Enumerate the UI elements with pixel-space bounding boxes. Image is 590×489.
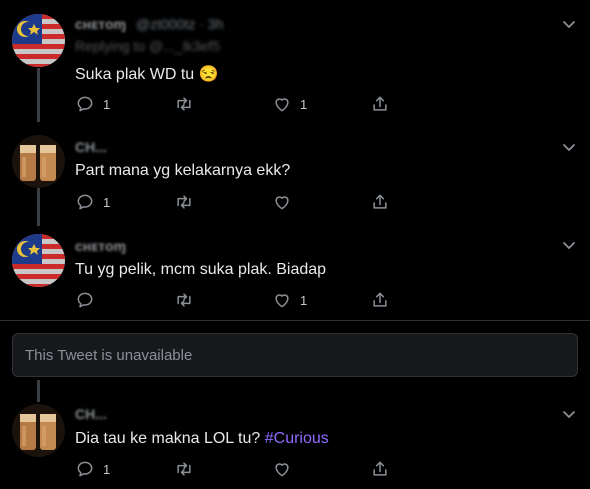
drink-avatar-image (12, 404, 65, 457)
flag-avatar-image (12, 14, 65, 67)
like-button[interactable] (272, 191, 300, 213)
divider (0, 320, 590, 321)
retweet-icon (174, 94, 194, 114)
tweet-text: Suka plak WD tu 😒 (75, 64, 219, 84)
retweet-icon (174, 459, 194, 479)
like-count: 1 (300, 96, 308, 112)
tweet-header: CH... (75, 406, 107, 422)
avatar[interactable] (12, 404, 65, 457)
tweet-text-body: Suka plak WD tu (75, 66, 195, 83)
tweet-actions: 1 (75, 191, 395, 213)
reply-icon (75, 459, 95, 479)
retweet-button[interactable] (174, 458, 202, 480)
like-count: 1 (300, 292, 308, 308)
reply-button[interactable]: 1 (75, 93, 110, 115)
tweet[interactable]: CH... Part mana yg kelakarnya ekk? 1 (0, 125, 590, 225)
like-icon (272, 192, 292, 212)
reply-count: 1 (103, 461, 111, 477)
retweet-icon (174, 290, 194, 310)
tweet-text: Dia tau ke makna LOL tu? #Curious (75, 430, 329, 448)
tweet-header: cʜᴇтᴏɱ (75, 238, 126, 254)
reply-button[interactable]: 1 (75, 458, 110, 480)
avatar[interactable] (12, 135, 65, 188)
reply-button[interactable]: 1 (75, 191, 110, 213)
tweet-text: Tu yg pelik, mcm suka plak. Biadap (75, 261, 327, 278)
reply-count: 1 (103, 96, 111, 112)
share-icon (370, 192, 390, 212)
like-icon (272, 459, 292, 479)
avatar[interactable] (12, 234, 65, 287)
unamused-emoji: 😒 (198, 66, 219, 83)
retweet-button[interactable] (174, 191, 202, 213)
like-button[interactable]: 1 (272, 93, 307, 115)
unavailable-text: This Tweet is unavailable (25, 346, 193, 364)
handle-time: @zt000tz · 3h (136, 16, 224, 32)
chevron-down-icon[interactable] (562, 143, 576, 153)
tweet[interactable]: CH... Dia tau ke makna LOL tu? #Curious … (0, 392, 590, 489)
reply-icon (75, 192, 95, 212)
tweet[interactable]: cʜᴇтᴏɱ Tu yg pelik, mcm suka plak. Biada… (0, 225, 590, 320)
tweet[interactable]: cʜᴇтᴏɱ @zt000tz · 3h Replying to @..._lk… (0, 0, 590, 125)
flag-avatar-image (12, 234, 65, 287)
reply-icon (75, 94, 95, 114)
like-button[interactable] (272, 458, 300, 480)
chevron-down-icon[interactable] (562, 241, 576, 251)
like-button[interactable]: 1 (272, 289, 307, 311)
retweet-icon (174, 192, 194, 212)
tweet-actions: 1 (75, 458, 395, 480)
display-name[interactable]: cʜᴇтᴏɱ (75, 238, 126, 254)
reply-button[interactable] (75, 289, 103, 311)
retweet-button[interactable] (174, 289, 202, 311)
display-name[interactable]: CH... (75, 406, 107, 422)
retweet-button[interactable] (174, 93, 202, 115)
like-icon (272, 290, 292, 310)
reply-icon (75, 290, 95, 310)
share-icon (370, 290, 390, 310)
replying-to: Replying to @..._lk3ef5 (75, 38, 220, 54)
tweet-text-body: Dia tau ke makna LOL tu? (75, 430, 261, 447)
share-icon (370, 94, 390, 114)
like-icon (272, 94, 292, 114)
hashtag-link[interactable]: #Curious (265, 430, 329, 447)
drink-avatar-image (12, 135, 65, 188)
tweet-header: cʜᴇтᴏɱ @zt000tz · 3h (75, 16, 223, 32)
tweet-header: CH... (75, 139, 107, 155)
share-button[interactable] (370, 191, 390, 213)
tweet-actions: 1 (75, 289, 395, 311)
chevron-down-icon[interactable] (562, 410, 576, 420)
unavailable-tweet-notice: This Tweet is unavailable (12, 333, 578, 377)
tweet-actions: 1 1 (75, 93, 395, 115)
display-name[interactable]: CH... (75, 139, 107, 155)
avatar[interactable] (12, 14, 65, 67)
chevron-down-icon[interactable] (562, 20, 576, 30)
share-icon (370, 459, 390, 479)
reply-count: 1 (103, 194, 111, 210)
display-name[interactable]: cʜᴇтᴏɱ (75, 16, 126, 32)
share-button[interactable] (370, 458, 390, 480)
tweet-text: Part mana yg kelakarnya ekk? (75, 162, 291, 179)
share-button[interactable] (370, 289, 390, 311)
share-button[interactable] (370, 93, 390, 115)
